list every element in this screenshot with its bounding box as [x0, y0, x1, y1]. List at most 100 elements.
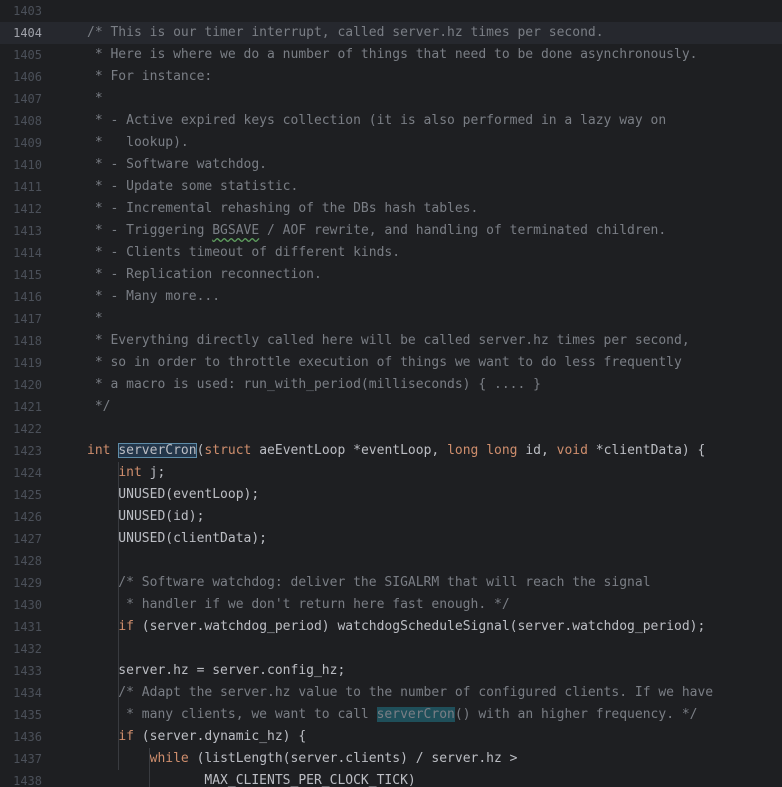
code-token: /* This is our timer interrupt, called s…: [87, 25, 604, 40]
line-number[interactable]: 1408: [0, 110, 42, 132]
line-number[interactable]: 1409: [0, 132, 42, 154]
code-token: * For instance:: [87, 69, 213, 84]
code-line[interactable]: 1409 * lookup).: [0, 132, 782, 154]
code-text[interactable]: /* This is our timer interrupt, called s…: [87, 22, 604, 44]
line-number[interactable]: 1435: [0, 704, 42, 726]
code-text[interactable]: * - Incremental rehashing of the DBs has…: [87, 198, 479, 220]
line-number[interactable]: 1433: [0, 660, 42, 682]
code-line[interactable]: 1422: [0, 418, 782, 440]
code-text[interactable]: while (listLength(server.clients) / serv…: [87, 748, 518, 770]
code-line[interactable]: 1417 *: [0, 308, 782, 330]
line-number[interactable]: 1430: [0, 594, 42, 616]
code-line[interactable]: 1413 * - Triggering BGSAVE / AOF rewrite…: [0, 220, 782, 242]
code-text[interactable]: UNUSED(id);: [87, 506, 204, 528]
line-number[interactable]: 1417: [0, 308, 42, 330]
line-number[interactable]: 1438: [0, 770, 42, 787]
line-number[interactable]: 1431: [0, 616, 42, 638]
code-text[interactable]: * - Triggering BGSAVE / AOF rewrite, and…: [87, 220, 666, 242]
line-number[interactable]: 1416: [0, 286, 42, 308]
line-number[interactable]: 1412: [0, 198, 42, 220]
line-number[interactable]: 1429: [0, 572, 42, 594]
line-number[interactable]: 1413: [0, 220, 42, 242]
code-text[interactable]: if (server.watchdog_period) watchdogSche…: [87, 616, 705, 638]
line-number[interactable]: 1428: [0, 550, 42, 572]
line-number[interactable]: 1410: [0, 154, 42, 176]
line-number[interactable]: 1404: [0, 22, 42, 44]
code-line[interactable]: 1416 * - Many more...: [0, 286, 782, 308]
line-number[interactable]: 1406: [0, 66, 42, 88]
line-number[interactable]: 1419: [0, 352, 42, 374]
code-text[interactable]: * Everything directly called here will b…: [87, 330, 690, 352]
line-number[interactable]: 1437: [0, 748, 42, 770]
code-line[interactable]: 1412 * - Incremental rehashing of the DB…: [0, 198, 782, 220]
code-text[interactable]: * so in order to throttle execution of t…: [87, 352, 682, 374]
line-number[interactable]: 1403: [0, 0, 42, 22]
code-text[interactable]: /* Software watchdog: deliver the SIGALR…: [87, 572, 650, 594]
code-text[interactable]: if (server.dynamic_hz) {: [87, 726, 306, 748]
code-text[interactable]: UNUSED(eventLoop);: [87, 484, 259, 506]
line-number[interactable]: 1425: [0, 484, 42, 506]
code-text[interactable]: int serverCron(struct aeEventLoop *event…: [87, 440, 705, 462]
code-token: int: [87, 443, 119, 458]
line-number[interactable]: 1415: [0, 264, 42, 286]
code-text[interactable]: int j;: [87, 462, 165, 484]
code-text[interactable]: server.hz = server.config_hz;: [87, 660, 345, 682]
code-text[interactable]: * lookup).: [87, 132, 189, 154]
code-text[interactable]: * - Active expired keys collection (it i…: [87, 110, 666, 132]
code-text[interactable]: * many clients, we want to call serverCr…: [87, 704, 698, 726]
code-text[interactable]: * - Software watchdog.: [87, 154, 267, 176]
code-line[interactable]: 1421 */: [0, 396, 782, 418]
line-number[interactable]: 1426: [0, 506, 42, 528]
code-token: id,: [525, 443, 557, 458]
line-number[interactable]: 1436: [0, 726, 42, 748]
code-line[interactable]: 1414 * - Clients timeout of different ki…: [0, 242, 782, 264]
line-number[interactable]: 1427: [0, 528, 42, 550]
code-token: if: [118, 619, 142, 634]
code-text[interactable]: * handler if we don't return here fast e…: [87, 594, 510, 616]
code-line[interactable]: 1410 * - Software watchdog.: [0, 154, 782, 176]
code-token: (listLength(server.clients) / server.hz …: [196, 751, 518, 766]
line-number[interactable]: 1407: [0, 88, 42, 110]
code-text[interactable]: * Here is where we do a number of things…: [87, 44, 698, 66]
code-line[interactable]: 1423 int serverCron(struct aeEventLoop *e…: [0, 440, 782, 462]
code-token: serverCron: [376, 707, 455, 722]
code-token: UNUSED(id);: [87, 509, 205, 524]
code-text[interactable]: * - Replication reconnection.: [87, 264, 322, 286]
code-text[interactable]: UNUSED(clientData);: [87, 528, 267, 550]
code-text[interactable]: MAX_CLIENTS_PER_CLOCK_TICK): [87, 770, 415, 787]
line-number[interactable]: 1411: [0, 176, 42, 198]
code-token: struct: [204, 443, 260, 458]
code-line[interactable]: 1411 * - Update some statistic.: [0, 176, 782, 198]
code-line[interactable]: 1438 MAX_CLIENTS_PER_CLOCK_TICK): [0, 770, 782, 787]
code-text[interactable]: */: [87, 396, 111, 418]
code-line[interactable]: 1408 * - Active expired keys collection …: [0, 110, 782, 132]
code-text[interactable]: /* Adapt the server.hz value to the numb…: [87, 682, 713, 704]
code-line[interactable]: 1405 * Here is where we do a number of t…: [0, 44, 782, 66]
line-number[interactable]: 1424: [0, 462, 42, 484]
line-number[interactable]: 1405: [0, 44, 42, 66]
line-number[interactable]: 1418: [0, 330, 42, 352]
code-line[interactable]: 1404 /* This is our timer interrupt, call…: [0, 22, 782, 44]
code-line[interactable]: 1415 * - Replication reconnection.: [0, 264, 782, 286]
line-number[interactable]: 1432: [0, 638, 42, 660]
line-number[interactable]: 1423: [0, 440, 42, 462]
code-text[interactable]: * For instance:: [87, 66, 212, 88]
code-line[interactable]: 1406 * For instance:: [0, 66, 782, 88]
code-text[interactable]: *: [87, 88, 103, 110]
code-text[interactable]: * - Clients timeout of different kinds.: [87, 242, 400, 264]
code-text[interactable]: * - Update some statistic.: [87, 176, 299, 198]
code-line[interactable]: 1418 * Everything directly called here w…: [0, 330, 782, 352]
code-line[interactable]: 1420 * a macro is used: run_with_period(…: [0, 374, 782, 396]
code-line[interactable]: 1403: [0, 0, 782, 22]
code-line[interactable]: 1407 *: [0, 88, 782, 110]
code-text[interactable]: * - Many more...: [87, 286, 220, 308]
line-number[interactable]: 1421: [0, 396, 42, 418]
line-number[interactable]: 1422: [0, 418, 42, 440]
line-number[interactable]: 1420: [0, 374, 42, 396]
code-line[interactable]: 1419 * so in order to throttle execution…: [0, 352, 782, 374]
line-number[interactable]: 1434: [0, 682, 42, 704]
code-text[interactable]: *: [87, 308, 103, 330]
line-number[interactable]: 1414: [0, 242, 42, 264]
code-text[interactable]: * a macro is used: run_with_period(milli…: [87, 374, 541, 396]
code-editor[interactable]: 1403 1404 /* This is our timer interrupt, …: [0, 0, 782, 787]
